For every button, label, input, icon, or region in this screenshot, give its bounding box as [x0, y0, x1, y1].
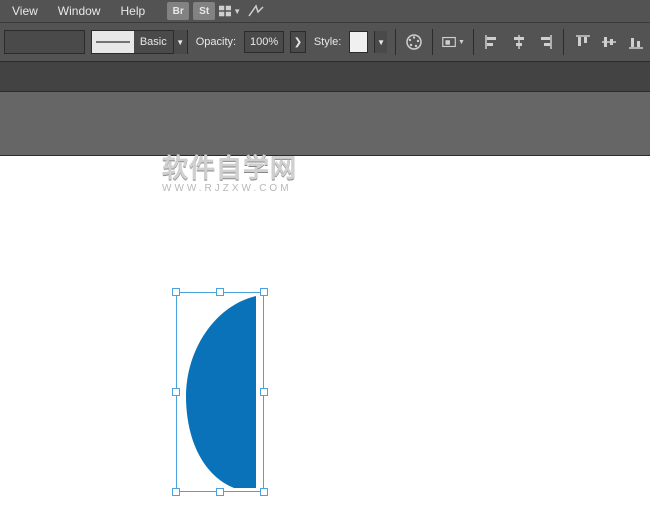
opacity-label: Opacity: — [194, 36, 238, 48]
handle-middle-left[interactable] — [172, 388, 180, 396]
arrange-documents-icon[interactable]: ▼ — [219, 2, 241, 20]
opacity-popup-button[interactable]: ❯ — [290, 31, 306, 53]
stroke-preview-icon — [92, 31, 134, 53]
align-center-horizontal-icon[interactable] — [508, 30, 529, 54]
menu-window[interactable]: Window — [50, 2, 109, 20]
document-tab-strip — [0, 62, 650, 92]
panel-strip — [0, 92, 650, 156]
align-right-icon[interactable] — [535, 30, 556, 54]
align-to-artboard-icon[interactable]: ▼ — [441, 30, 465, 54]
handle-top-right[interactable] — [260, 288, 268, 296]
separator — [473, 29, 474, 55]
handle-middle-right[interactable] — [260, 388, 268, 396]
recolor-artwork-icon[interactable] — [403, 30, 424, 54]
handle-bottom-right[interactable] — [260, 488, 268, 496]
fill-stroke-swatch[interactable] — [4, 30, 85, 54]
gpu-preview-icon[interactable] — [245, 2, 267, 20]
graphic-style-swatch[interactable] — [349, 31, 368, 53]
stock-button[interactable]: St — [193, 2, 215, 20]
handle-top-middle[interactable] — [216, 288, 224, 296]
menu-view[interactable]: View — [4, 2, 46, 20]
align-left-icon[interactable] — [482, 30, 503, 54]
separator — [432, 29, 433, 55]
selection-bounding-box[interactable] — [176, 292, 264, 492]
stroke-style-control[interactable]: Basic ▼ — [91, 30, 188, 54]
opacity-input[interactable]: 100% — [244, 31, 284, 53]
handle-bottom-left[interactable] — [172, 488, 180, 496]
align-bottom-icon[interactable] — [625, 30, 646, 54]
artboard-canvas[interactable] — [0, 156, 650, 529]
handle-bottom-middle[interactable] — [216, 488, 224, 496]
bbox-outline — [176, 292, 264, 492]
menu-help[interactable]: Help — [112, 2, 153, 20]
options-bar: Basic ▼ Opacity: 100% ❯ Style: ▼ ▼ — [0, 22, 650, 62]
separator — [395, 29, 396, 55]
stroke-style-label: Basic — [134, 31, 173, 53]
style-dropdown-icon[interactable]: ▼ — [374, 31, 386, 53]
handle-top-left[interactable] — [172, 288, 180, 296]
bridge-button[interactable]: Br — [167, 2, 189, 20]
menu-bar: View Window Help Br St ▼ — [0, 0, 650, 22]
align-middle-vertical-icon[interactable] — [599, 30, 620, 54]
separator — [563, 29, 564, 55]
align-top-icon[interactable] — [572, 30, 593, 54]
style-label: Style: — [312, 36, 344, 48]
stroke-style-dropdown-icon[interactable]: ▼ — [173, 30, 187, 54]
